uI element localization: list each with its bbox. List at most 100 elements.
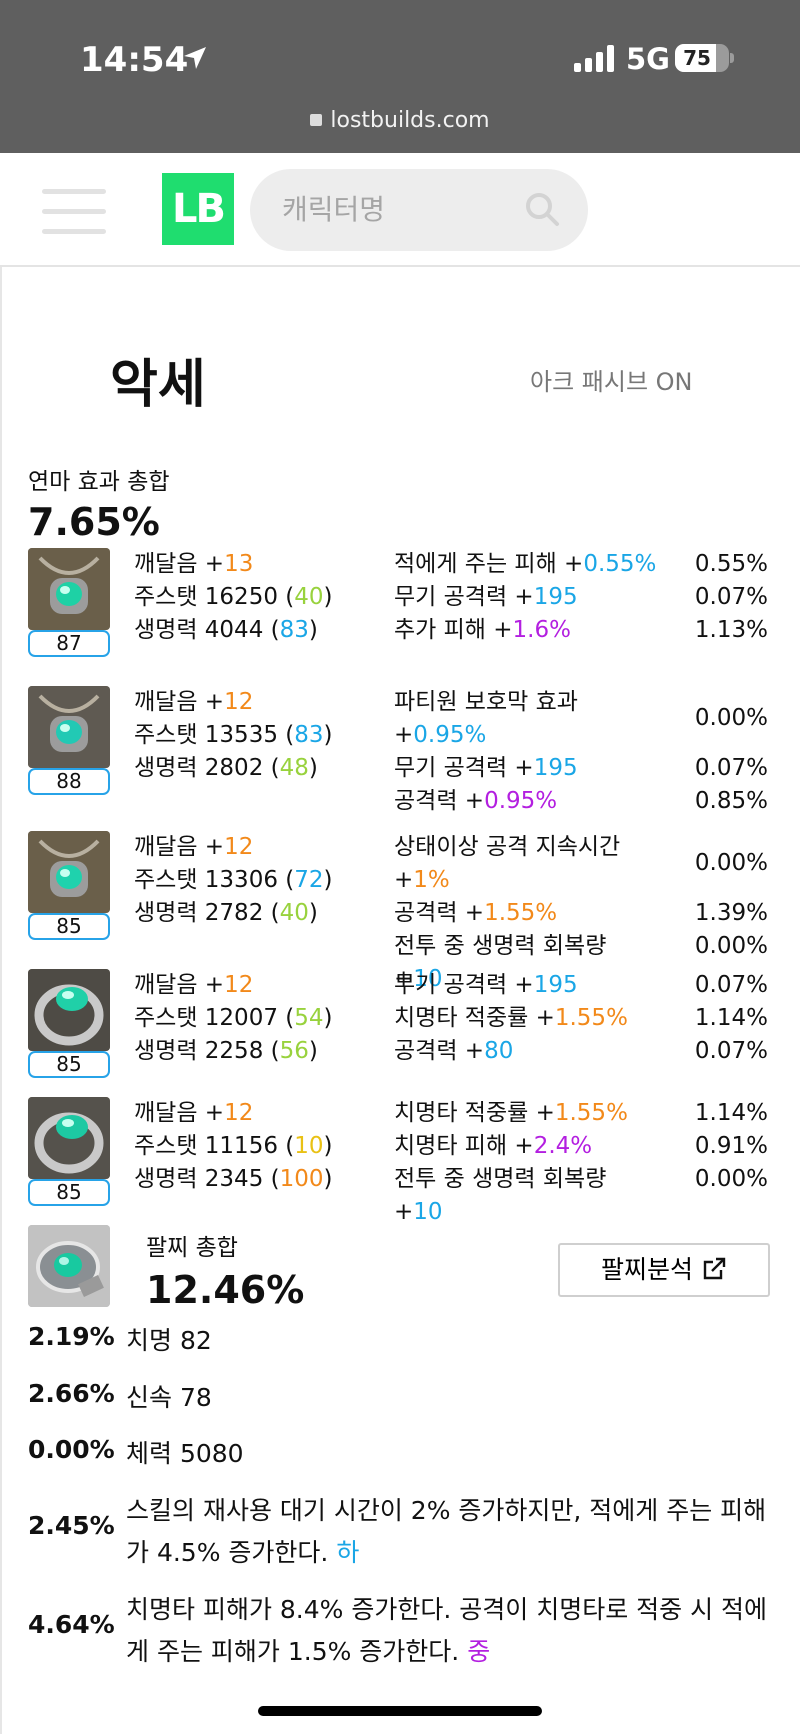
stat-line: 주스탯 11156 (10): [134, 1130, 333, 1163]
home-indicator[interactable]: [258, 1706, 542, 1716]
effect-value: 0.95%: [484, 788, 558, 814]
item-effect-percents: 0.55% 0.07% 1.13%: [648, 548, 768, 647]
item-effects: 무기 공격력 +195 치명타 적중률 +1.55% 공격력 +80: [394, 969, 659, 1068]
effect-line: 치명타 적중률 +1.55%: [394, 1097, 659, 1130]
status-bar: 14:54 5G 75 lostbuilds.com: [0, 0, 800, 153]
stat-label: 주스탯 12007 (: [134, 1005, 295, 1031]
effect-percent: 0.07%: [694, 755, 768, 781]
accessory-image: [28, 686, 110, 768]
stat-line: 주스탯 13535 (83): [134, 719, 333, 752]
effect-value: 1.6%: [512, 617, 571, 643]
item-level-badge: 85: [28, 1179, 110, 1206]
item-stats: 깨달음 +13 주스탯 16250 (40) 생명력 4044 (83): [134, 548, 333, 647]
effect-text: 치명타 적중률 +: [394, 1100, 555, 1126]
effect-text: 무기 공격력 +: [394, 584, 534, 610]
site-logo[interactable]: LB: [162, 173, 234, 245]
stat-line: 깨달음 +12: [134, 1097, 333, 1130]
bracelet-effect-text: 체력 5080: [126, 1433, 776, 1475]
page-title: 악세: [110, 355, 206, 415]
stat-suffix: ): [323, 1133, 333, 1159]
search-input[interactable]: [282, 191, 522, 227]
effect-text: 상태이상 공격 지속시간: [394, 834, 621, 860]
effect-percent: 0.00%: [694, 850, 768, 876]
stat-line: 깨달음 +13: [134, 548, 333, 581]
url-text: lostbuilds.com: [330, 108, 490, 133]
bracelet-effect-desc: 신속 78: [126, 1383, 212, 1412]
item-stats: 깨달음 +12 주스탯 12007 (54) 생명력 2258 (56): [134, 969, 333, 1068]
effect-value: 1.55%: [484, 900, 558, 926]
effect-line: 적에게 주는 피해 +0.55%: [394, 548, 659, 581]
effect-line: 공격력 +1.55%: [394, 897, 659, 930]
battery-level: 75: [683, 46, 711, 70]
bracelet-analysis-button[interactable]: 팔찌분석: [558, 1243, 770, 1297]
search-box[interactable]: [250, 169, 588, 251]
item-level-badge: 87: [28, 630, 110, 657]
clock: 14:54: [80, 40, 189, 80]
effect-text: 공격력 +: [394, 1038, 485, 1064]
effect-text: 치명타 적중률 +: [394, 1005, 555, 1031]
stat-line: 생명력 4044 (83): [134, 614, 333, 647]
stat-suffix: ): [323, 1166, 333, 1192]
accessory-image: [28, 831, 110, 913]
effect-percent: 0.55%: [694, 551, 768, 577]
effect-text: 파티원 보호막 효과: [394, 689, 578, 715]
search-icon[interactable]: [522, 189, 562, 229]
stat-line: 생명력 2258 (56): [134, 1035, 333, 1068]
effect-percent: 0.07%: [694, 972, 768, 998]
stat-value: 72: [294, 867, 324, 893]
stat-line: 생명력 2782 (40): [134, 897, 333, 930]
menu-icon[interactable]: [42, 187, 106, 237]
effect-percent: 0.91%: [694, 1133, 768, 1159]
effect-value: 1%: [413, 867, 450, 893]
stat-suffix: ): [308, 900, 318, 926]
bracelet-effect-grade: 중: [467, 1637, 491, 1666]
stat-line: 주스탯 13306 (72): [134, 864, 333, 897]
accessory-image: [28, 548, 110, 630]
stat-suffix: ): [308, 617, 318, 643]
location-arrow-icon: [184, 47, 206, 69]
item-stats: 깨달음 +12 주스탯 13306 (72) 생명력 2782 (40): [134, 831, 333, 930]
stat-value: 48: [279, 755, 309, 781]
url-bar[interactable]: lostbuilds.com: [0, 108, 800, 133]
bracelet-effect-grade: 하: [336, 1538, 360, 1567]
accessory-image: [28, 969, 110, 1051]
effect-value: 195: [533, 584, 578, 610]
external-link-icon: [703, 1257, 726, 1280]
stat-label: 주스탯 13535 (: [134, 722, 295, 748]
effect-line: 치명타 적중률 +1.55%: [394, 1002, 659, 1035]
stat-value: 54: [294, 1005, 324, 1031]
bracelet-effect-text: 치명타 피해가 8.4% 증가한다. 공격이 치명타로 적중 시 적에게 주는 …: [126, 1589, 776, 1673]
effect-percent: 0.07%: [694, 584, 768, 610]
stat-value: 40: [279, 900, 309, 926]
effect-percent: 1.14%: [694, 1100, 768, 1126]
effect-value: 0.95%: [413, 722, 487, 748]
effect-percent: 1.13%: [694, 617, 768, 643]
effect-value: 1.55%: [554, 1005, 628, 1031]
effect-text: 무기 공격력 +: [394, 972, 534, 998]
item-stats: 깨달음 +12 주스탯 13535 (83) 생명력 2802 (48): [134, 686, 333, 785]
effect-line: 추가 피해 +1.6%: [394, 614, 659, 647]
stat-value: 12: [224, 1100, 254, 1126]
effect-line: 파티원 보호막 효과 +0.95%: [394, 686, 659, 752]
effect-percent: 0.07%: [694, 1038, 768, 1064]
stat-line: 주스탯 12007 (54): [134, 1002, 333, 1035]
stat-label: 생명력 4044 (: [134, 617, 280, 643]
stat-value: 83: [294, 722, 324, 748]
item-level-badge: 85: [28, 1051, 110, 1078]
effect-line: 무기 공격력 +195: [394, 752, 659, 785]
stat-line: 생명력 2802 (48): [134, 752, 333, 785]
stat-line: 생명력 2345 (100): [134, 1163, 333, 1196]
stat-value: 12: [224, 834, 254, 860]
ark-passive-status: 아크 패시브 ON: [530, 368, 693, 396]
bracelet-effect-text: 신속 78: [126, 1377, 776, 1419]
network-label: 5G: [626, 42, 670, 76]
stat-line: 깨달음 +12: [134, 969, 333, 1002]
effect-line: 상태이상 공격 지속시간 +1%: [394, 831, 659, 897]
effect-percent: 0.00%: [694, 705, 768, 731]
site-header: LB: [0, 153, 800, 267]
stat-line: 깨달음 +12: [134, 686, 333, 719]
stat-label: 생명력 2782 (: [134, 900, 280, 926]
item-effects: 파티원 보호막 효과 +0.95% 무기 공격력 +195 공격력 +0.95%: [394, 686, 659, 818]
bracelet-effect-text: 치명 82: [126, 1320, 776, 1362]
effect-line: 공격력 +80: [394, 1035, 659, 1068]
